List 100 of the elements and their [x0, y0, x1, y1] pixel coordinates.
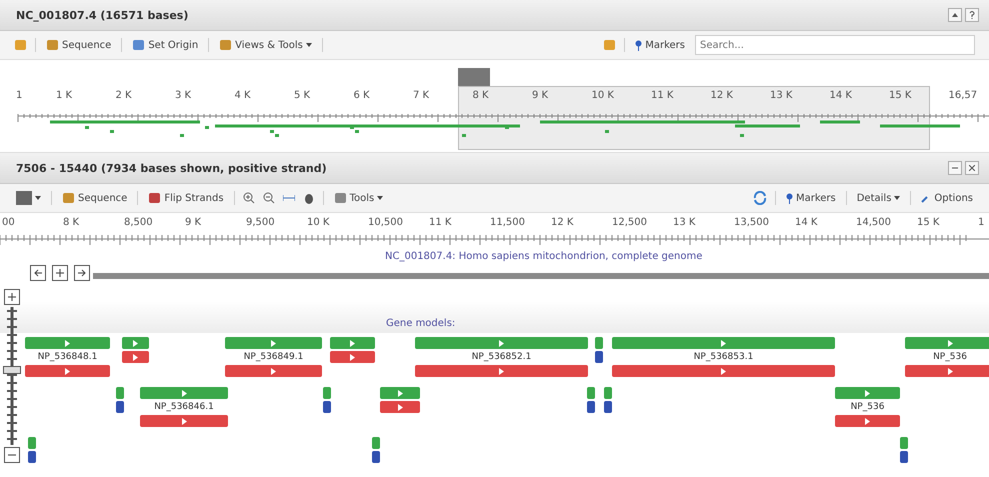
zoom-slider[interactable] — [3, 307, 21, 445]
markers-button[interactable]: Markers — [633, 40, 687, 50]
search-field[interactable]: Search... — [695, 35, 975, 55]
color-swatch-icon — [16, 191, 32, 205]
panel-title: NC_001807.4 (16571 bases) — [16, 8, 188, 22]
gene-bar[interactable] — [380, 387, 420, 399]
arrow-icon — [946, 340, 954, 346]
minimize-button[interactable] — [948, 161, 962, 175]
ruler-label: 2 K — [116, 90, 132, 101]
cds-marker[interactable] — [587, 401, 595, 413]
cds-bar[interactable] — [122, 351, 149, 363]
pan-left-button[interactable] — [30, 265, 46, 281]
sequence-title: NC_001807.4: Homo sapiens mitochondrion, complete genome — [385, 251, 702, 262]
up-icon — [952, 13, 958, 17]
close-button[interactable] — [965, 161, 979, 175]
arrow-icon — [864, 390, 871, 396]
pan-right-button[interactable] — [74, 265, 90, 281]
cds-marker[interactable] — [116, 401, 124, 413]
ruler-label: 11 K — [651, 90, 674, 101]
cds-bar[interactable] — [330, 351, 375, 363]
arrow-icon — [180, 418, 188, 424]
arrow-icon — [270, 368, 277, 374]
ruler-label: 9,500 — [246, 217, 275, 228]
right-arrow-icon — [78, 269, 86, 277]
center-button[interactable] — [52, 265, 68, 281]
panel-title: 7506 - 15440 (7934 bases shown, positive strand) — [16, 162, 327, 174]
ruler-label: 3 K — [175, 90, 192, 101]
help-button[interactable] — [965, 8, 979, 22]
ruler-label: 12,500 — [612, 217, 647, 228]
ruler-label: 15 K — [889, 90, 912, 101]
toolbar-button[interactable]: Views & Tools — [217, 39, 314, 51]
caret-icon — [377, 196, 384, 200]
gene-bar[interactable] — [835, 387, 900, 399]
gene-bar[interactable] — [122, 337, 149, 349]
exon-marker[interactable] — [587, 387, 595, 399]
arrow-icon — [720, 340, 727, 346]
exon-marker[interactable] — [28, 437, 36, 449]
collapse-button[interactable] — [948, 8, 962, 22]
toolbar-button[interactable]: Flip Strands — [146, 192, 226, 204]
ruler-label: 11,500 — [490, 217, 525, 228]
toolbar-button[interactable]: Sequence — [60, 192, 130, 204]
ruler-label: 1 — [16, 90, 22, 101]
ruler-label: 5 K — [294, 90, 310, 101]
exon-marker[interactable] — [900, 437, 908, 449]
caret-icon — [35, 196, 41, 200]
cds-bar[interactable] — [380, 401, 420, 413]
arrow-icon — [498, 340, 505, 346]
zoom-out-icon[interactable] — [262, 192, 275, 204]
exon-marker[interactable] — [372, 437, 380, 449]
close-icon — [969, 165, 975, 171]
cds-marker[interactable] — [900, 451, 908, 463]
exon-marker[interactable] — [604, 387, 612, 399]
markers-button[interactable]: Markers — [784, 192, 838, 204]
exon-marker[interactable] — [595, 337, 603, 349]
refresh-icon[interactable] — [752, 191, 767, 205]
cds-marker[interactable] — [323, 401, 331, 413]
ruler-label: 12 K — [551, 217, 574, 228]
ruler-label: 8 K — [472, 90, 489, 101]
arrow-icon — [180, 390, 188, 396]
cds-marker[interactable] — [604, 401, 612, 413]
arrow-icon — [946, 368, 954, 374]
ruler-label: 8 K — [63, 217, 80, 228]
ruler-label: 10 K — [307, 217, 330, 228]
toolbar-button[interactable]: Set Origin — [130, 39, 200, 51]
plus-icon — [8, 293, 16, 301]
ruler-label: 1 K — [56, 90, 72, 101]
ruler-label: 11 K — [429, 217, 452, 228]
ruler-label: 12 K — [710, 90, 733, 101]
zoom-in-icon[interactable] — [242, 192, 255, 204]
zoom-out-button[interactable] — [4, 447, 20, 463]
gene-bar[interactable] — [330, 337, 375, 349]
caret-icon — [306, 43, 312, 47]
exon-marker[interactable] — [323, 387, 331, 399]
cds-marker[interactable] — [28, 451, 36, 463]
arrow-icon — [498, 368, 505, 374]
ruler-label: 00 — [2, 217, 15, 228]
toolbar-button[interactable]: Tools — [332, 192, 386, 204]
details-button[interactable]: Details — [854, 192, 902, 204]
toolbar-button[interactable]: Sequence — [44, 39, 114, 51]
fit-icon[interactable] — [282, 193, 295, 203]
ruler-label: 8,500 — [124, 217, 153, 228]
slider-thumb[interactable] — [3, 366, 21, 374]
ruler-label: 1 — [978, 217, 984, 228]
ruler-label: 14,500 — [856, 217, 891, 228]
pin-icon — [786, 192, 793, 204]
arrow-icon — [270, 340, 277, 346]
exon-marker[interactable] — [116, 387, 124, 399]
options-button[interactable]: Options — [919, 192, 975, 204]
minus-icon — [8, 454, 16, 456]
cds-marker[interactable] — [372, 451, 380, 463]
visible-range[interactable] — [458, 86, 930, 150]
help-icon — [969, 11, 975, 19]
color-picker[interactable] — [14, 191, 43, 205]
ruler-label: 9 K — [185, 217, 202, 228]
zoom-in-button[interactable] — [4, 289, 20, 305]
range-handle[interactable] — [458, 68, 490, 86]
cds-marker[interactable] — [595, 351, 603, 363]
cds-bar[interactable] — [835, 415, 900, 427]
ruler-label: 10 K — [592, 90, 614, 101]
track-title: Gene models: — [386, 318, 456, 329]
